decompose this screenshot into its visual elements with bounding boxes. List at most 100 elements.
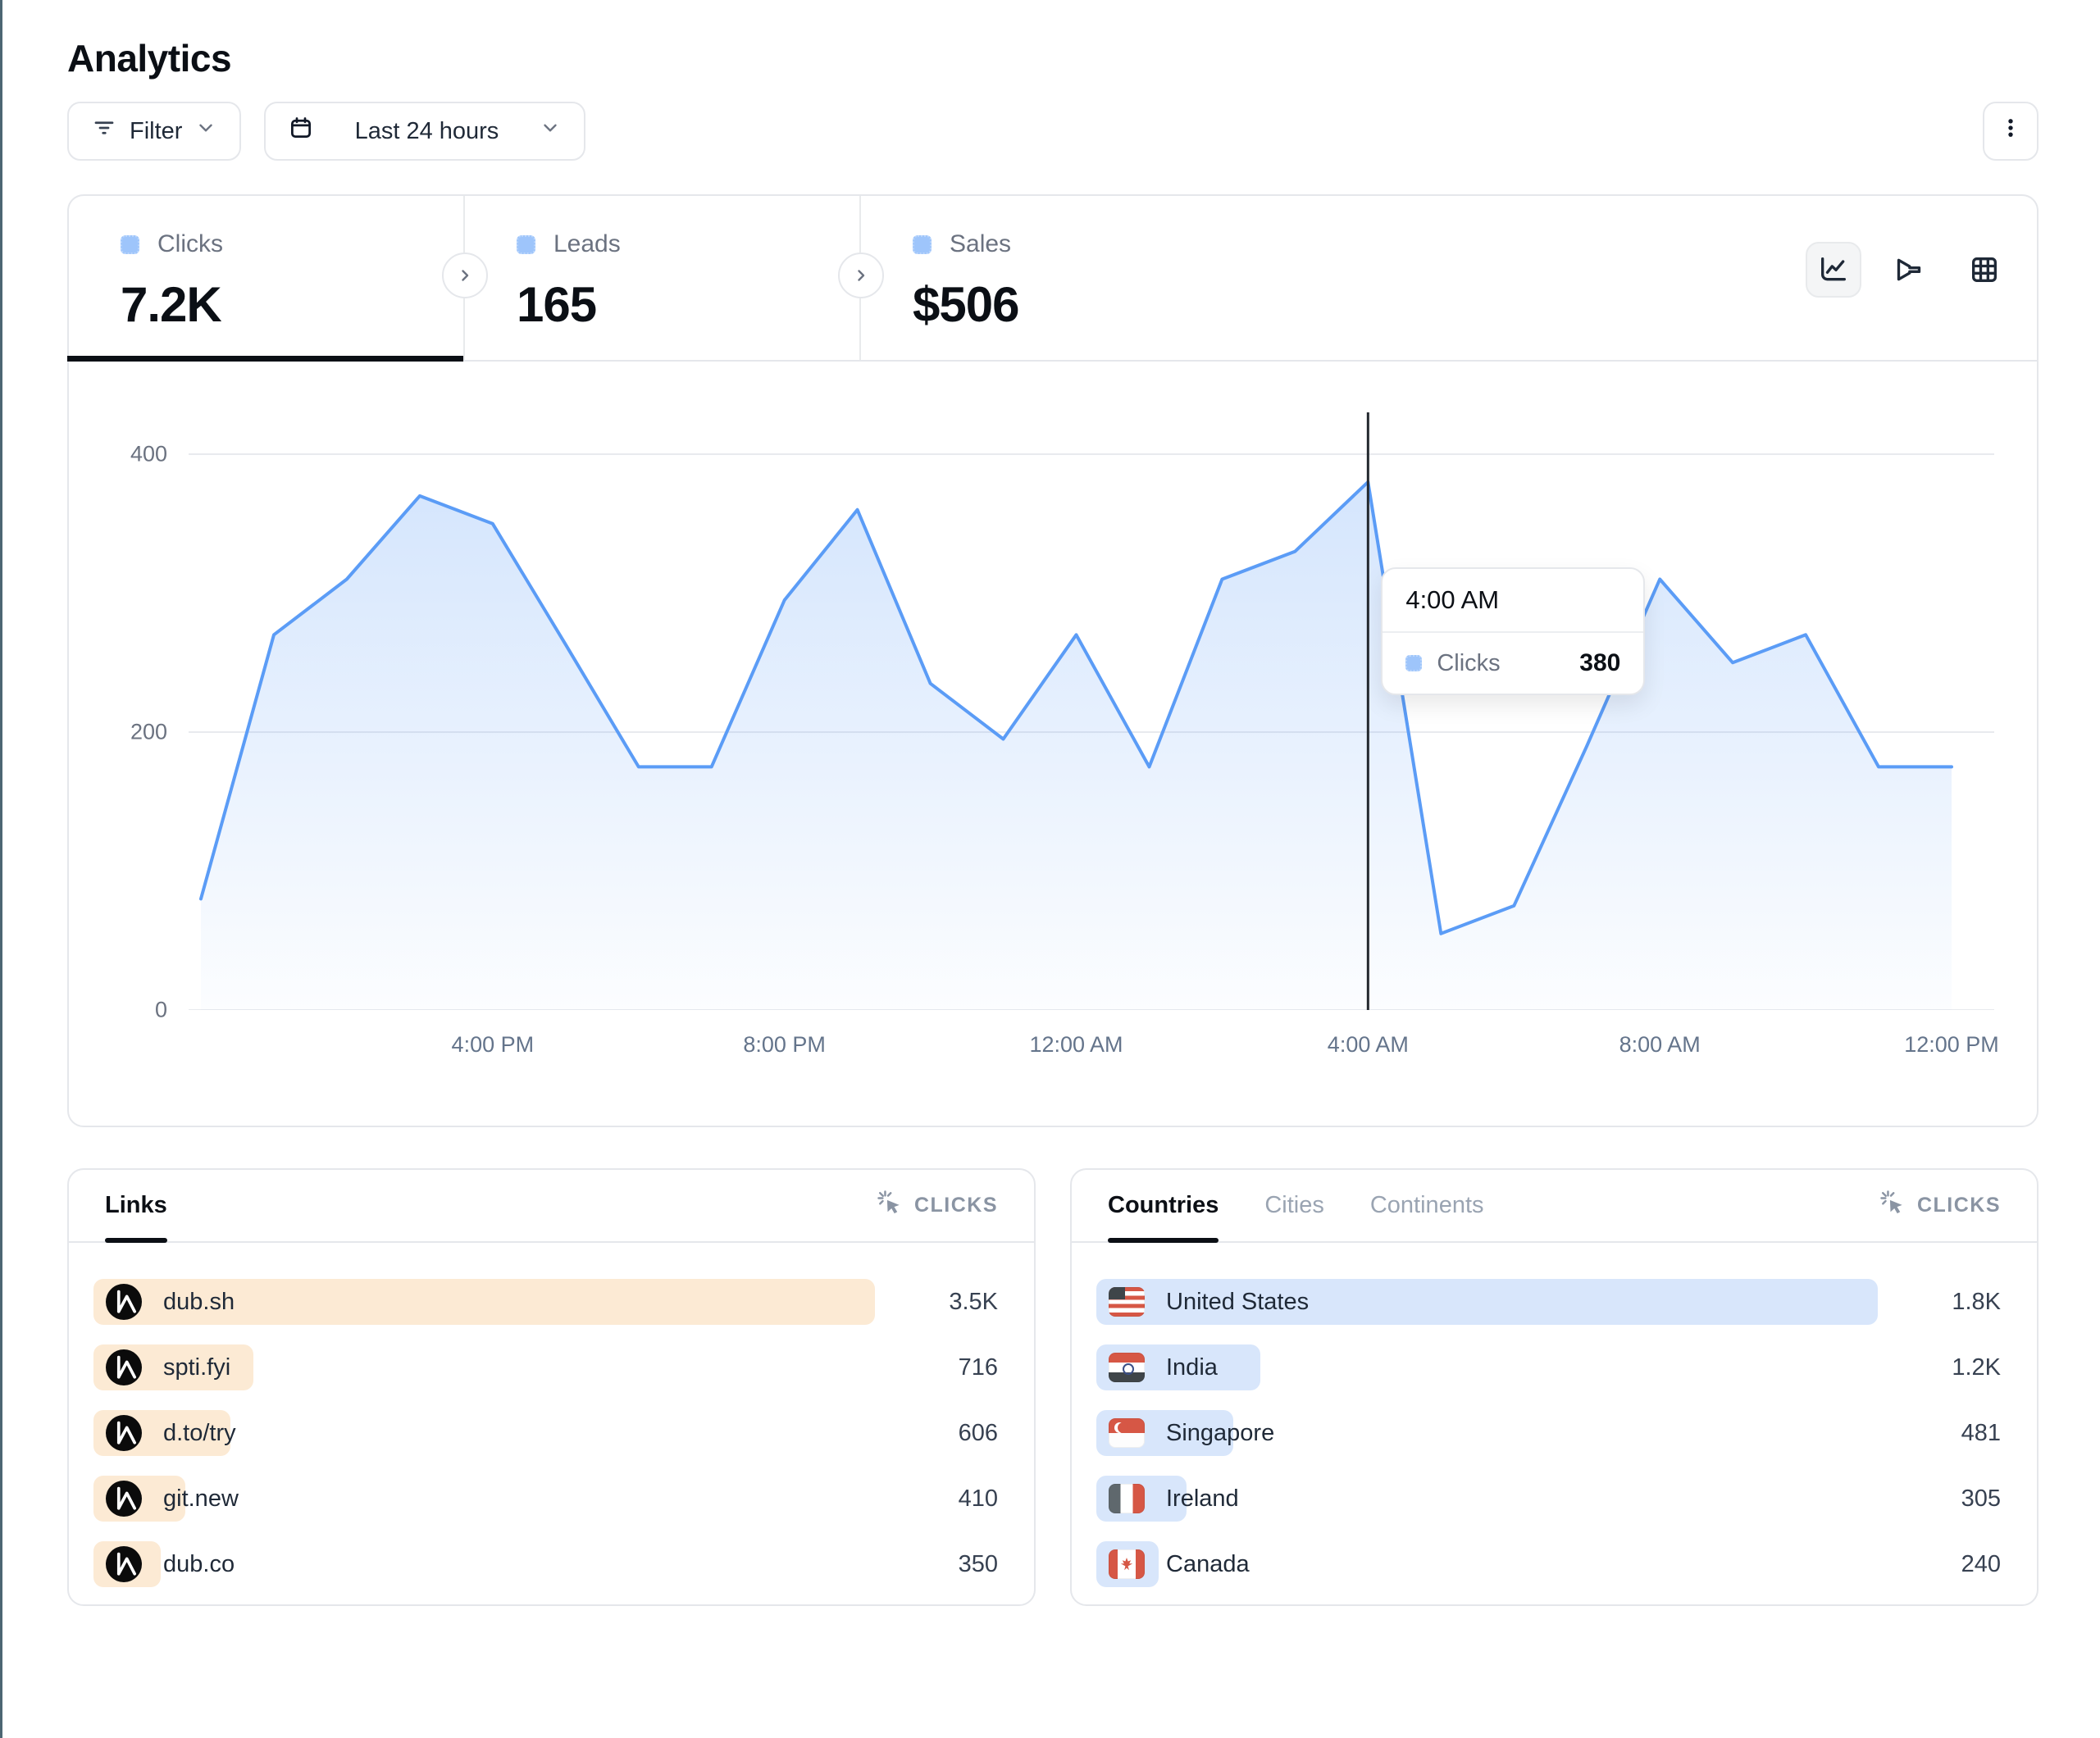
tooltip-value: 380 [1579, 649, 1620, 677]
list-item[interactable]: d.to/try 606 [93, 1410, 998, 1456]
tooltip-time: 4:00 AM [1383, 569, 1643, 633]
item-label: dub.co [163, 1551, 235, 1578]
date-range-label: Last 24 hours [326, 118, 526, 145]
item-value: 606 [875, 1420, 998, 1447]
more-options-button[interactable] [1983, 102, 2039, 161]
stat-label: Leads [553, 230, 621, 258]
chevron-right-icon [455, 266, 475, 285]
chart-plot[interactable] [189, 412, 1994, 1010]
expand-leads-button[interactable] [838, 253, 884, 298]
line-chart-icon [1817, 253, 1850, 286]
filter-button[interactable]: Filter [67, 102, 241, 161]
filter-button-label: Filter [130, 118, 182, 145]
active-tab-underline [67, 356, 463, 362]
in-flag-icon [1109, 1353, 1145, 1382]
countries-list: United States1.8K India 1.2K Singapore 481 Ir… [1072, 1243, 2037, 1587]
item-value: 481 [1878, 1420, 2001, 1447]
item-value: 305 [1878, 1485, 2001, 1513]
chevron-right-icon [851, 266, 871, 285]
clicks-legend-square [121, 235, 139, 254]
dub-logo-icon [106, 1284, 142, 1320]
links-panel: Links CLICKS dub.sh 3.5K spti.fyi 716 d.to/t… [67, 1168, 1036, 1606]
chart-view-toggles [1806, 242, 2012, 298]
stat-label: Sales [950, 230, 1011, 258]
item-label: dub.sh [163, 1289, 235, 1316]
page-title: Analytics [67, 36, 2039, 80]
cursor-click-icon [877, 1190, 903, 1222]
list-item[interactable]: dub.co 350 [93, 1541, 998, 1587]
breakdown-panels: Links CLICKS dub.sh 3.5K spti.fyi 716 d.to/t… [67, 1168, 2039, 1606]
list-item[interactable]: Canada240 [1096, 1541, 2001, 1587]
list-item[interactable]: United States1.8K [1096, 1279, 2001, 1325]
tab-countries[interactable]: Countries [1108, 1170, 1219, 1241]
tab-links[interactable]: Links [105, 1170, 167, 1241]
countries-panel-header: Countries Cities Continents CLICKS [1072, 1170, 2037, 1243]
funnel-chart-icon [1893, 253, 1925, 286]
item-label: git.new [163, 1485, 239, 1513]
chevron-down-icon [540, 117, 561, 145]
links-panel-header: Links CLICKS [69, 1170, 1034, 1243]
stats-tabs-row: Clicks 7.2K Leads 165 Sales $506 [69, 196, 2037, 362]
item-value: 1.8K [1878, 1289, 2001, 1316]
item-label: India [1166, 1354, 1218, 1381]
toolbar: Filter Last 24 hours [67, 102, 2039, 161]
tab-cities[interactable]: Cities [1264, 1170, 1324, 1241]
countries-panel: Countries Cities Continents CLICKS Unite… [1070, 1168, 2039, 1606]
item-value: 716 [875, 1354, 998, 1381]
stat-tab-leads[interactable]: Leads 165 [465, 196, 861, 360]
stat-tab-clicks[interactable]: Clicks 7.2K [69, 196, 465, 360]
ie-flag-icon [1109, 1484, 1145, 1513]
x-axis-tick: 4:00 PM [452, 1032, 535, 1058]
dub-logo-icon [106, 1349, 142, 1385]
funnel-chart-toggle-button[interactable] [1881, 242, 1937, 298]
list-item[interactable]: git.new 410 [93, 1476, 998, 1522]
cursor-click-icon [1879, 1190, 1906, 1222]
dub-logo-icon [106, 1481, 142, 1517]
dub-logo-icon [106, 1546, 142, 1582]
item-label: Canada [1166, 1551, 1250, 1578]
tooltip-series-label: Clicks [1437, 650, 1500, 677]
filter-icon [92, 116, 116, 147]
list-item[interactable]: dub.sh 3.5K [93, 1279, 998, 1325]
item-value: 1.2K [1878, 1354, 2001, 1381]
analytics-page: Analytics Filter Last 24 hou [67, 0, 2039, 1606]
links-metric-selector[interactable]: CLICKS [877, 1170, 998, 1241]
ca-flag-icon [1109, 1549, 1145, 1579]
stat-value: 165 [517, 276, 859, 333]
stat-tab-sales[interactable]: Sales $506 [861, 196, 1257, 360]
y-axis-tick: 200 [69, 720, 167, 745]
table-grid-icon [1968, 253, 2001, 286]
item-value: 3.5K [875, 1289, 998, 1316]
y-axis-tick: 0 [69, 998, 167, 1023]
clicks-area-chart[interactable]: 0200400 4:00 PM8:00 PM12:00 AM4:00 AM8:0… [69, 362, 2037, 1127]
analytics-card: Clicks 7.2K Leads 165 Sales $506 [67, 194, 2039, 1127]
expand-clicks-button[interactable] [442, 253, 488, 298]
item-label: d.to/try [163, 1420, 236, 1447]
list-item[interactable]: Ireland 305 [1096, 1476, 2001, 1522]
list-item[interactable]: India 1.2K [1096, 1344, 2001, 1390]
x-axis-tick: 8:00 AM [1619, 1032, 1701, 1058]
item-label: Singapore [1166, 1420, 1274, 1447]
metric-label: CLICKS [1917, 1194, 2001, 1217]
table-view-toggle-button[interactable] [1957, 242, 2012, 298]
tooltip-legend-square [1405, 655, 1422, 671]
tab-continents[interactable]: Continents [1370, 1170, 1484, 1241]
item-value: 410 [875, 1485, 998, 1513]
item-label: spti.fyi [163, 1354, 230, 1381]
window-edge-accent [0, 0, 2, 1738]
item-value: 350 [875, 1551, 998, 1578]
x-axis-tick: 12:00 PM [1904, 1032, 1999, 1058]
x-axis-tick: 4:00 AM [1328, 1032, 1409, 1058]
list-item[interactable]: Singapore 481 [1096, 1410, 2001, 1456]
stat-value: 7.2K [121, 276, 463, 333]
line-chart-toggle-button[interactable] [1806, 242, 1861, 298]
leads-legend-square [517, 235, 535, 254]
sg-flag-icon [1109, 1418, 1145, 1448]
list-item[interactable]: spti.fyi 716 [93, 1344, 998, 1390]
stat-label: Clicks [157, 230, 223, 258]
date-range-button[interactable]: Last 24 hours [264, 102, 585, 161]
item-label: Ireland [1166, 1485, 1239, 1513]
metric-label: CLICKS [914, 1194, 998, 1217]
links-list: dub.sh 3.5K spti.fyi 716 d.to/try 606 git.new 4… [69, 1243, 1034, 1587]
countries-metric-selector[interactable]: CLICKS [1879, 1170, 2001, 1241]
